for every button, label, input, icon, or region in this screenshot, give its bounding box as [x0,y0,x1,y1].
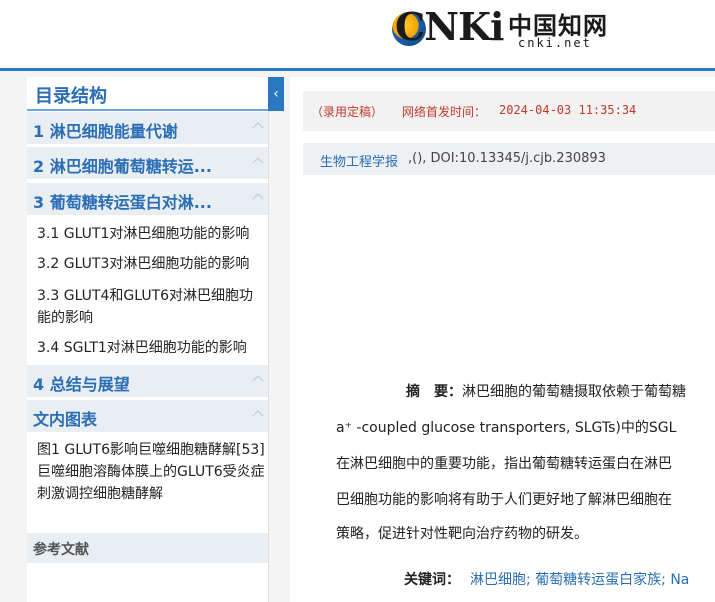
collapse-sidebar-button[interactable]: ‹ [268,77,284,111]
publish-time-label: 网络首发时间： [402,105,487,119]
toc-section-2[interactable]: 2 淋巴细胞葡萄糖转运... [27,147,268,179]
abstract-line-3: 在淋巴细胞中的重要功能，指出葡萄糖转运蛋白在淋巴 [336,456,672,472]
toc-references[interactable]: 参考文献 [27,533,268,563]
toc-figures-header[interactable]: 文内图表 [27,400,268,432]
status-label: （录用定稿） [311,105,384,119]
keywords-label: 关键词： [404,572,460,588]
logo-cnki-text: CNKi [395,4,504,49]
abstract-line-4: 巴细胞功能的影响将有助于人们更好地了解淋巴细胞在 [336,492,672,508]
abstract-line-2: a⁺ -coupled glucose transporters, SLGTs)… [336,420,677,436]
toc-subsection-3-1[interactable]: 3.1 GLUT1对淋巴细胞功能的影响 [37,223,267,245]
toc-figure-1[interactable]: 图1 GLUT6影响巨噬细胞糖酵解[53] 巨噬细胞溶酶体膜上的GLUT6受炎症… [37,439,265,505]
toc-section-4[interactable]: 4 总结与展望 [27,365,268,397]
site-header: CNKi 中国知网 cnki.net [0,0,715,68]
doi-text: ,(), DOI:10.13345/j.cjb.230893 [408,151,606,166]
header-divider [0,68,715,71]
toc-figures-label: 文内图表 [33,410,98,429]
logo-domain-text: cnki.net [518,36,592,50]
chevron-up-icon[interactable] [252,373,264,383]
publish-time-value: 2024-04-03 11:35:34 [499,103,637,117]
toc-section-label: 1 淋巴细胞能量代谢 [33,122,178,141]
toc-subsection-3-4[interactable]: 3.4 SGLT1对淋巴细胞功能的影响 [37,337,267,359]
toc-section-label: 2 淋巴细胞葡萄糖转运... [33,157,212,176]
toc-references-label: 参考文献 [33,542,89,558]
toc-title: 目录结构 [27,77,268,111]
publish-info-bar: （录用定稿） 网络首发时间： 2024-04-03 11:35:34 [303,91,715,131]
chevron-left-icon: ‹ [273,86,279,102]
journal-info-bar: 生物工程学报 ,(), DOI:10.13345/j.cjb.230893 [303,143,715,175]
toc-sidebar: 目录结构 1 淋巴细胞能量代谢 2 淋巴细胞葡萄糖转运... 3 葡萄糖转运蛋白… [27,77,269,602]
chevron-up-icon[interactable] [252,408,264,418]
journal-link[interactable]: 生物工程学报 [320,151,398,170]
article-content: （录用定稿） 网络首发时间： 2024-04-03 11:35:34 生物工程学… [290,77,715,602]
abstract-line-5: 策略，促进针对性靶向治疗药物的研发。 [336,526,588,542]
toc-subsection-3-3[interactable]: 3.3 GLUT4和GLUT6对淋巴细胞功能的影响 [37,285,259,329]
keywords-links[interactable]: 淋巴细胞; 葡萄糖转运蛋白家族; Na [470,569,689,589]
chevron-up-icon[interactable] [252,191,264,201]
abstract-label: 摘 要：淋巴细胞的葡萄糖摄取依赖于葡萄糖 [406,381,686,401]
cnki-logo[interactable]: CNKi 中国知网 cnki.net [390,2,630,62]
abstract-line-1: 淋巴细胞的葡萄糖摄取依赖于葡萄糖 [462,384,686,400]
toc-section-1[interactable]: 1 淋巴细胞能量代谢 [27,112,268,144]
toc-section-3[interactable]: 3 葡萄糖转运蛋白对淋... [27,183,268,215]
chevron-up-icon[interactable] [252,155,264,165]
abstract-label-text: 摘 要： [406,384,462,400]
toc-section-label: 3 葡萄糖转运蛋白对淋... [33,193,212,212]
toc-section-label: 4 总结与展望 [33,375,130,394]
toc-title-text: 目录结构 [35,86,107,107]
chevron-up-icon[interactable] [252,120,264,130]
toc-subsection-3-2[interactable]: 3.2 GLUT3对淋巴细胞功能的影响 [37,253,267,275]
